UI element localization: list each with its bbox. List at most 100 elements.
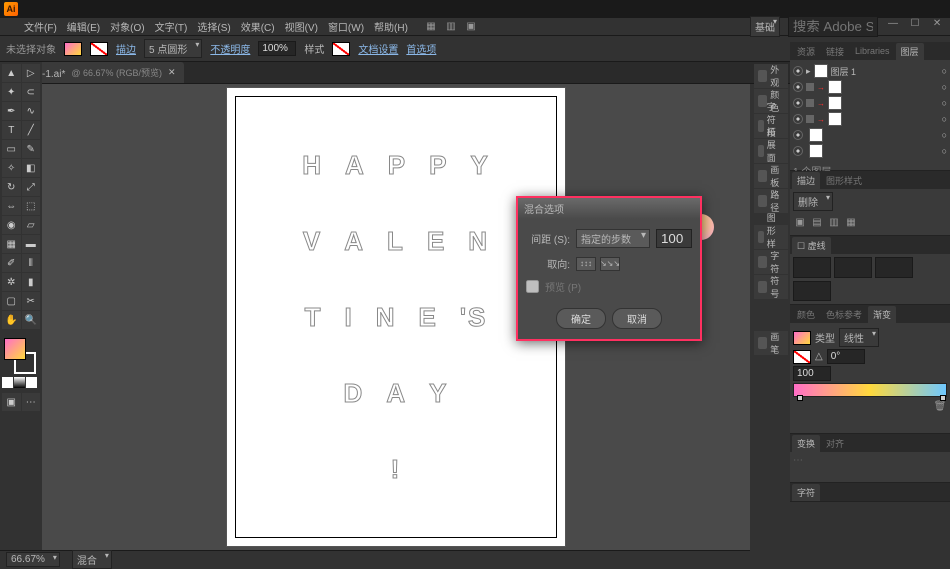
blend-tool[interactable]: ⫴ bbox=[22, 254, 41, 272]
tab-gradient[interactable]: 渐变 bbox=[868, 306, 896, 323]
colormode-gradient[interactable] bbox=[14, 377, 25, 388]
screenmode-tool[interactable]: ▣ bbox=[2, 393, 21, 411]
visibility-icon[interactable] bbox=[793, 130, 803, 140]
rotate-tool[interactable]: ↻ bbox=[2, 178, 21, 196]
tab-color[interactable]: 颜色 bbox=[792, 306, 820, 323]
tab-libraries[interactable]: Libraries bbox=[850, 44, 895, 58]
layer-row[interactable]: →○ bbox=[793, 111, 947, 127]
colormode-solid[interactable] bbox=[2, 377, 13, 388]
tool-status[interactable]: 混合 bbox=[72, 550, 112, 569]
menu-select[interactable]: 选择(S) bbox=[193, 17, 234, 36]
zoom-tool[interactable]: 🔍 bbox=[22, 311, 41, 329]
graph-tool[interactable]: ▮ bbox=[22, 273, 41, 291]
eyedropper-tool[interactable]: ✐ bbox=[2, 254, 21, 272]
layer-row[interactable]: ▸图层 1○ bbox=[793, 63, 947, 79]
style-swatch[interactable] bbox=[332, 42, 350, 56]
gradient-type[interactable]: 线性 bbox=[839, 328, 879, 347]
dash-field[interactable] bbox=[793, 281, 831, 302]
stock-search[interactable] bbox=[788, 16, 878, 37]
gradient-preview[interactable] bbox=[793, 331, 811, 345]
gradient-pos[interactable]: 100 bbox=[793, 366, 831, 381]
tab-align[interactable]: 对齐 bbox=[821, 435, 849, 452]
visibility-icon[interactable] bbox=[793, 114, 803, 124]
ok-button[interactable]: 确定 bbox=[556, 308, 606, 329]
eraser-tool[interactable]: ◧ bbox=[22, 159, 41, 177]
panel-pathfinder[interactable]: 路径 bbox=[754, 189, 788, 213]
menu-help[interactable]: 帮助(H) bbox=[370, 17, 412, 36]
orient-path-icon[interactable]: ↘↘↘ bbox=[600, 257, 620, 271]
lock-icon[interactable] bbox=[806, 115, 814, 123]
visibility-icon[interactable] bbox=[793, 82, 803, 92]
panel-brushes[interactable]: 画笔 bbox=[754, 331, 788, 355]
lock-icon[interactable] bbox=[806, 99, 814, 107]
menu-edit[interactable]: 编辑(E) bbox=[63, 17, 104, 36]
panel-character[interactable]: 字符 bbox=[754, 250, 788, 274]
mesh-tool[interactable]: ▦ bbox=[2, 235, 21, 253]
layer-row[interactable]: ○ bbox=[793, 127, 947, 143]
align-icon[interactable]: ▦ bbox=[844, 215, 858, 229]
tab-assets[interactable]: 资源 bbox=[792, 43, 820, 60]
tab-character[interactable]: 字符 bbox=[792, 484, 820, 501]
fill-stroke-indicator[interactable] bbox=[2, 338, 38, 374]
tab-guide[interactable]: 色标参考 bbox=[821, 306, 867, 323]
stroke-swatch[interactable] bbox=[90, 42, 108, 56]
docsetup-link[interactable]: 文档设置 bbox=[358, 41, 398, 56]
tab-stroke[interactable]: 描边 bbox=[792, 172, 820, 189]
lasso-tool[interactable]: ⊂ bbox=[22, 83, 41, 101]
slice-tool[interactable]: ✂ bbox=[22, 292, 41, 310]
align-icon[interactable]: ▣ bbox=[793, 215, 807, 229]
zoom-select[interactable]: 66.67% bbox=[6, 552, 60, 567]
panel-symbols[interactable]: 符号 bbox=[754, 275, 788, 299]
tab-links[interactable]: 链接 bbox=[821, 43, 849, 60]
rectangle-tool[interactable]: ▭ bbox=[2, 140, 21, 158]
visibility-icon[interactable] bbox=[793, 66, 803, 76]
bridge-icon[interactable]: ▦ bbox=[424, 20, 438, 34]
free-transform-tool[interactable]: ⬚ bbox=[22, 197, 41, 215]
layer-row[interactable]: ○ bbox=[793, 143, 947, 159]
orient-page-icon[interactable]: ↕↕↕ bbox=[576, 257, 596, 271]
gpu-icon[interactable]: ▣ bbox=[464, 20, 478, 34]
gradient-stroke[interactable] bbox=[793, 350, 811, 364]
stroke-weight[interactable]: 5 点圆形 bbox=[144, 39, 202, 58]
cancel-button[interactable]: 取消 bbox=[612, 308, 662, 329]
maximize-icon[interactable]: ☐ bbox=[908, 16, 922, 30]
perspective-tool[interactable]: ▱ bbox=[22, 216, 41, 234]
gradient-slider[interactable] bbox=[793, 383, 947, 397]
shaper-tool[interactable]: ✧ bbox=[2, 159, 21, 177]
pen-tool[interactable]: ✒ bbox=[2, 102, 21, 120]
fill-swatch[interactable] bbox=[64, 42, 82, 56]
panel-artboards[interactable]: 画板 bbox=[754, 164, 788, 188]
magic-wand-tool[interactable]: ✦ bbox=[2, 83, 21, 101]
fill-indicator[interactable] bbox=[4, 338, 26, 360]
width-tool[interactable]: ⇔ bbox=[2, 197, 21, 215]
spacing-input[interactable] bbox=[656, 229, 692, 248]
dash-field[interactable] bbox=[834, 257, 872, 278]
shape-builder-tool[interactable]: ◉ bbox=[2, 216, 21, 234]
minimize-icon[interactable]: — bbox=[886, 16, 900, 30]
align-icon[interactable]: ▥ bbox=[827, 215, 841, 229]
lock-icon[interactable] bbox=[806, 83, 814, 91]
menu-file[interactable]: 文件(F) bbox=[20, 17, 61, 36]
gradient-angle[interactable]: 0° bbox=[827, 349, 865, 364]
trash-icon[interactable]: 🗑 bbox=[933, 399, 947, 413]
align-icon[interactable]: ▤ bbox=[810, 215, 824, 229]
menu-object[interactable]: 对象(O) bbox=[106, 17, 148, 36]
spacing-select[interactable]: 指定的步数 bbox=[576, 229, 650, 248]
type-tool[interactable]: T bbox=[2, 121, 21, 139]
menu-type[interactable]: 文字(T) bbox=[151, 17, 192, 36]
opacity-field[interactable]: 100% bbox=[258, 41, 296, 56]
opacity-link[interactable]: 不透明度 bbox=[210, 41, 250, 56]
direct-select-tool[interactable]: ▷ bbox=[22, 64, 41, 82]
selection-tool[interactable]: ▲ bbox=[2, 64, 21, 82]
brush-tool[interactable]: ✎ bbox=[22, 140, 41, 158]
curvature-tool[interactable]: ∿ bbox=[22, 102, 41, 120]
visibility-icon[interactable] bbox=[793, 146, 803, 156]
hand-tool[interactable]: ✋ bbox=[2, 311, 21, 329]
tab-dash[interactable]: ☐ 虚线 bbox=[792, 237, 831, 254]
menu-view[interactable]: 视图(V) bbox=[281, 17, 322, 36]
tab-layers[interactable]: 图层 bbox=[896, 43, 924, 60]
arrange-icon[interactable]: ▥ bbox=[444, 20, 458, 34]
artboard-tool[interactable]: ▢ bbox=[2, 292, 21, 310]
prefs-link[interactable]: 首选项 bbox=[406, 41, 436, 56]
tab-gfxstyles[interactable]: 图形样式 bbox=[821, 172, 867, 189]
